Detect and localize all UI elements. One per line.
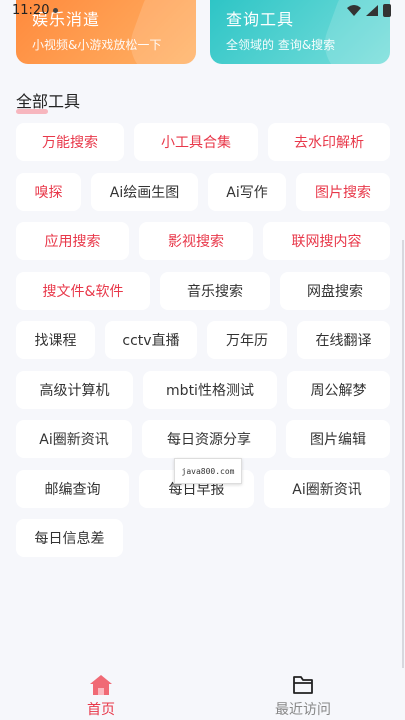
tool-ai-writing[interactable]: Ai写作 [208,173,286,211]
entertainment-card-subtitle: 小视频&小游戏放松一下 [32,38,162,52]
tool-universal-search[interactable]: 万能搜索 [16,123,124,161]
tool-daily-info-gap[interactable]: 每日信息差 [16,519,123,557]
tool-web-search[interactable]: 联网搜内容 [263,222,390,260]
query-tools-card-subtitle: 全领域的 查询&搜索 [226,38,336,52]
tool-image-edit[interactable]: 图片编辑 [286,420,390,458]
tool-postcode-lookup[interactable]: 邮编查询 [16,470,129,508]
tool-music-search[interactable]: 音乐搜索 [160,272,270,310]
section-title: 全部工具 [16,88,81,114]
tool-advanced-calculator[interactable]: 高级计算机 [16,371,133,409]
tool-sniffer[interactable]: 嗅探 [16,173,81,211]
tool-watermark-remover[interactable]: 去水印解析 [268,123,390,161]
tool-ai-painting[interactable]: Ai绘画生图 [91,173,198,211]
bottom-tab-bar: 首页 最近访问 [0,668,405,720]
home-icon [90,675,112,695]
wifi-icon [347,5,361,16]
tool-dream-interpretation[interactable]: 周公解梦 [287,371,390,409]
tool-mbti-test[interactable]: mbti性格测试 [143,371,277,409]
tool-cctv-live[interactable]: cctv直播 [105,321,197,359]
scrollbar[interactable] [402,240,404,670]
tool-video-search[interactable]: 影视搜索 [139,222,253,260]
tab-recent[interactable]: 最近访问 [243,668,363,720]
tab-recent-label: 最近访问 [275,702,331,718]
folder-icon [293,676,313,694]
status-bar: 11:20 [0,0,405,24]
tool-translate[interactable]: 在线翻译 [297,321,390,359]
status-icons [347,4,391,17]
tool-ai-news[interactable]: Ai圈新资讯 [16,420,132,458]
tool-ai-news-2[interactable]: Ai圈新资讯 [264,470,390,508]
tool-image-search[interactable]: 图片搜索 [296,173,390,211]
status-time: 11:20 [12,3,50,18]
tool-app-search[interactable]: 应用搜索 [16,222,129,260]
tool-mini-tools[interactable]: 小工具合集 [134,123,258,161]
tool-calendar[interactable]: 万年历 [207,321,287,359]
section-title-text: 全部工具 [16,92,81,111]
tool-netdisk-search[interactable]: 网盘搜索 [280,272,390,310]
tool-daily-resources[interactable]: 每日资源分享 [142,420,276,458]
signal-icon [366,5,378,16]
notification-dot-icon [53,8,58,13]
tool-file-software-search[interactable]: 搜文件&软件 [16,272,150,310]
tab-home[interactable]: 首页 [41,668,161,720]
battery-icon [383,4,391,17]
tab-home-label: 首页 [87,702,115,718]
tool-find-course[interactable]: 找课程 [16,321,95,359]
watermark-popup: java800.com [174,458,242,484]
